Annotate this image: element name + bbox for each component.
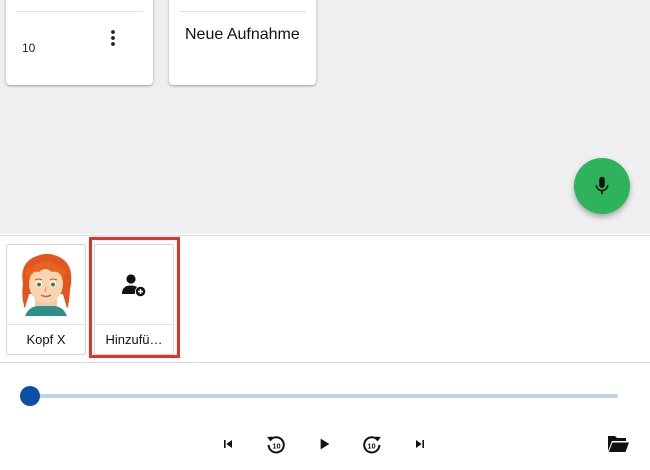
play-button[interactable] (311, 431, 337, 457)
recording-card[interactable]: 10 (6, 0, 153, 85)
new-recording-card[interactable]: Neue Aufnahme (169, 0, 316, 85)
add-speaker-label: Hinzufü… (105, 332, 163, 347)
play-icon (320, 438, 330, 450)
playback-progress-slider[interactable] (30, 394, 618, 398)
svg-text:10: 10 (272, 442, 280, 451)
avatar (22, 253, 72, 316)
card-divider (16, 11, 143, 12)
more-vert-icon (111, 30, 115, 46)
skip-previous-button[interactable] (215, 431, 241, 457)
folder-open-icon (608, 436, 629, 452)
recordings-area: 10 Neue Aufnahme (0, 0, 650, 234)
speaker-image (7, 245, 85, 324)
skip-previous-icon (224, 440, 232, 448)
speaker-card-kopf-x[interactable]: Kopf X (6, 244, 86, 355)
add-speaker-button[interactable]: Hinzufü… (94, 244, 174, 355)
forward-10-button[interactable]: 10 (359, 431, 385, 457)
speaker-image (95, 245, 173, 324)
speaker-list: Kopf X Hinzufü… (0, 235, 650, 363)
record-button[interactable] (574, 158, 630, 214)
new-recording-title: Neue Aufnahme (185, 26, 300, 43)
open-folder-button[interactable] (605, 431, 631, 457)
skip-next-icon (416, 440, 424, 448)
svg-text:10: 10 (367, 442, 375, 451)
replay-10-button[interactable]: 10 (263, 431, 289, 457)
skip-next-button[interactable] (407, 431, 433, 457)
speaker-name: Kopf X (26, 332, 66, 347)
card-divider (179, 11, 306, 12)
add-person-icon (122, 273, 146, 296)
replay-10-icon: 10 (267, 436, 285, 454)
speaker-divider (95, 324, 173, 325)
speaker-divider (7, 324, 85, 325)
microphone-icon (595, 176, 609, 195)
forward-10-icon: 10 (363, 436, 381, 454)
more-options-button[interactable] (106, 27, 120, 49)
slider-thumb[interactable] (20, 386, 40, 406)
recording-number: 10 (22, 41, 36, 55)
